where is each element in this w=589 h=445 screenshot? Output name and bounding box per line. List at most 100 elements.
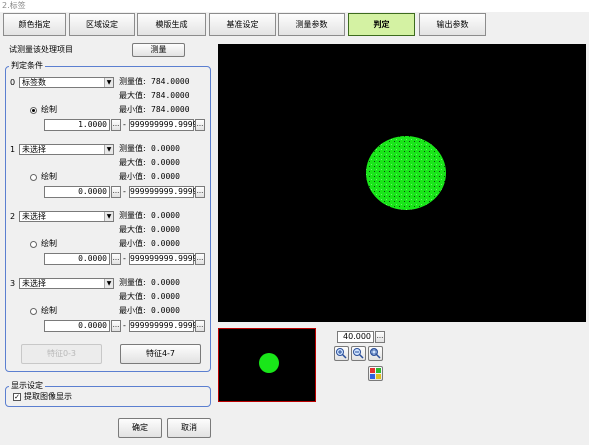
- tab-bar: 颜色指定 区域设定 模版生成 基准设定 测量参数 判定 输出参数: [0, 12, 589, 37]
- lower-limit-field[interactable]: 0.0000: [44, 320, 110, 332]
- min-value: 0.0000: [151, 172, 180, 181]
- condition-index: 3: [10, 279, 16, 288]
- tab-output-params[interactable]: 输出参数: [419, 13, 486, 36]
- chevron-down-icon[interactable]: ▼: [104, 78, 113, 87]
- zoom-fit-icon: [370, 348, 381, 359]
- lower-limit-dots-button[interactable]: ...: [111, 253, 121, 265]
- condition-select[interactable]: 未选择 ▼: [19, 278, 114, 289]
- color-picker-button[interactable]: [368, 366, 383, 381]
- draw-radio-label: 绘制: [41, 306, 57, 315]
- range-dash: -: [123, 120, 126, 129]
- upper-limit-dots-button[interactable]: ...: [195, 320, 205, 332]
- min-label: 最小值:: [119, 239, 146, 248]
- measured-value: 0.0000: [151, 144, 180, 153]
- feature-4-7-button[interactable]: 特征4-7: [120, 344, 201, 364]
- tab-region-setting[interactable]: 区域设定: [69, 13, 135, 36]
- zoom-out-icon: [353, 348, 364, 359]
- upper-limit-field[interactable]: 999999999.9999: [129, 186, 197, 198]
- upper-limit-field[interactable]: 999999999.9999: [129, 320, 197, 332]
- draw-radio-label: 绘制: [41, 172, 57, 181]
- range-dash: -: [123, 187, 126, 196]
- measured-value: 0.0000: [151, 211, 180, 220]
- zoom-dots-button[interactable]: ...: [375, 331, 385, 343]
- upper-limit-field[interactable]: 999999999.9999: [129, 253, 197, 265]
- lower-limit-dots-button[interactable]: ...: [111, 119, 121, 131]
- extract-image-checkbox[interactable]: ✓: [13, 393, 21, 401]
- settings-panel: 试测量该处理项目 测量 判定条件 0 标签数 ▼ 测量值: 784.0000 最大值: 78…: [0, 38, 215, 445]
- tab-measure-params[interactable]: 测量参数: [278, 13, 345, 36]
- max-label: 最大值:: [119, 91, 146, 100]
- condition-select-value: 未选择: [22, 279, 46, 288]
- draw-radio[interactable]: [30, 107, 37, 114]
- detected-blob: [366, 136, 446, 210]
- condition-select-value: 标签数: [22, 78, 46, 87]
- max-value: 0.0000: [151, 158, 180, 167]
- min-value: 0.0000: [151, 239, 180, 248]
- range-dash: -: [123, 321, 126, 330]
- draw-radio[interactable]: [30, 241, 37, 248]
- thumbnail-view[interactable]: [218, 328, 316, 402]
- tab-judgement[interactable]: 判定: [348, 13, 415, 36]
- zoom-fit-button[interactable]: [368, 346, 383, 361]
- measured-label: 测量值:: [119, 144, 146, 153]
- min-label: 最小值:: [119, 105, 146, 114]
- draw-radio[interactable]: [30, 174, 37, 181]
- thumbnail-canvas: [259, 353, 279, 373]
- upper-limit-dots-button[interactable]: ...: [195, 253, 205, 265]
- zoom-out-button[interactable]: [351, 346, 366, 361]
- cancel-button[interactable]: 取消: [167, 418, 211, 438]
- measure-button[interactable]: 测量: [132, 43, 185, 57]
- zoom-in-icon: [336, 348, 347, 359]
- min-value: 784.0000: [151, 105, 190, 114]
- thumbnail-blob: [259, 353, 279, 373]
- window-title: 2.标签: [0, 0, 589, 12]
- range-dash: -: [123, 254, 126, 263]
- ok-button[interactable]: 确定: [118, 418, 162, 438]
- condition-select[interactable]: 未选择 ▼: [19, 211, 114, 222]
- condition-select[interactable]: 未选择 ▼: [19, 144, 114, 155]
- upper-limit-field[interactable]: 999999999.9999: [129, 119, 197, 131]
- chevron-down-icon[interactable]: ▼: [104, 212, 113, 221]
- max-label: 最大值:: [119, 158, 146, 167]
- measured-label: 测量值:: [119, 211, 146, 220]
- draw-radio-label: 绘制: [41, 105, 57, 114]
- condition-select-value: 未选择: [22, 212, 46, 221]
- condition-select[interactable]: 标签数 ▼: [19, 77, 114, 88]
- color-grid-icon: [370, 368, 381, 379]
- tab-template-generate[interactable]: 模版生成: [137, 13, 206, 36]
- tab-color-spec[interactable]: 颜色指定: [3, 13, 66, 36]
- min-value: 0.0000: [151, 306, 180, 315]
- lower-limit-dots-button[interactable]: ...: [111, 186, 121, 198]
- lower-limit-field[interactable]: 0.0000: [44, 253, 110, 265]
- min-label: 最小值:: [119, 306, 146, 315]
- tab-reference-setting[interactable]: 基准设定: [209, 13, 276, 36]
- draw-radio-label: 绘制: [41, 239, 57, 248]
- draw-radio[interactable]: [30, 308, 37, 315]
- feature-0-3-button[interactable]: 特征0-3: [21, 344, 102, 364]
- lower-limit-dots-button[interactable]: ...: [111, 320, 121, 332]
- measured-label: 测量值:: [119, 77, 146, 86]
- condition-index: 0: [10, 78, 16, 87]
- upper-limit-dots-button[interactable]: ...: [195, 119, 205, 131]
- measured-value: 0.0000: [151, 278, 180, 287]
- extract-image-label: 提取图像显示: [24, 392, 72, 401]
- max-value: 0.0000: [151, 292, 180, 301]
- max-value: 0.0000: [151, 225, 180, 234]
- max-value: 784.0000: [151, 91, 190, 100]
- viewer-canvas: [366, 136, 446, 210]
- condition-index: 1: [10, 145, 16, 154]
- lower-limit-field[interactable]: 1.0000: [44, 119, 110, 131]
- upper-limit-dots-button[interactable]: ...: [195, 186, 205, 198]
- max-label: 最大值:: [119, 225, 146, 234]
- lower-limit-field[interactable]: 0.0000: [44, 186, 110, 198]
- image-viewer[interactable]: [218, 44, 586, 322]
- condition-index: 2: [10, 212, 16, 221]
- chevron-down-icon[interactable]: ▼: [104, 279, 113, 288]
- max-label: 最大值:: [119, 292, 146, 301]
- display-settings-legend: 显示设定: [9, 381, 45, 390]
- judge-conditions-legend: 判定条件: [9, 61, 45, 70]
- chevron-down-icon[interactable]: ▼: [104, 145, 113, 154]
- condition-select-value: 未选择: [22, 145, 46, 154]
- zoom-in-button[interactable]: [334, 346, 349, 361]
- zoom-value-field[interactable]: 40.000: [337, 331, 374, 343]
